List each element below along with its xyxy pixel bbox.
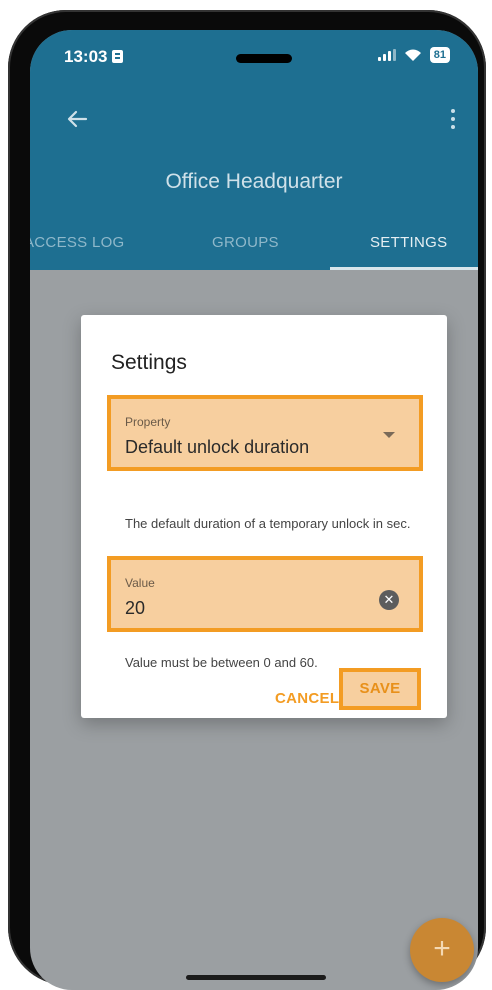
- property-value: Default unlock duration: [125, 437, 310, 457]
- value-label: Value: [125, 576, 155, 590]
- battery-icon: 81: [429, 47, 450, 63]
- app-screen: 13:03 81 Office Headquarter ACCESS LOG G…: [30, 30, 478, 990]
- value-hint: Value must be between 0 and 60.: [125, 655, 318, 670]
- tab-settings[interactable]: SETTINGS: [370, 234, 447, 251]
- property-select[interactable]: Property Default unlock duration: [107, 395, 423, 471]
- tab-access-log[interactable]: ACCESS LOG: [30, 234, 125, 251]
- app-header: 13:03 81 Office Headquarter ACCESS LOG G…: [30, 30, 478, 270]
- value-input[interactable]: Value 20 ✕: [107, 556, 423, 632]
- property-label: Property: [125, 415, 171, 429]
- save-button[interactable]: SAVE: [339, 668, 421, 710]
- status-time: 13:03: [64, 47, 124, 67]
- property-description: The default duration of a temporary unlo…: [125, 516, 411, 531]
- value-text[interactable]: 20: [125, 598, 145, 619]
- tab-bar: ACCESS LOG GROUPS SETTINGS: [30, 226, 478, 270]
- cancel-button[interactable]: CANCEL: [275, 690, 339, 707]
- dialog-title: Settings: [111, 351, 187, 374]
- phone-frame: 13:03 81 Office Headquarter ACCESS LOG G…: [8, 10, 486, 990]
- page-title: Office Headquarter: [165, 170, 343, 193]
- dropdown-arrow-icon[interactable]: [383, 432, 395, 438]
- wifi-icon: [403, 48, 423, 62]
- more-options-icon[interactable]: [448, 106, 458, 132]
- back-arrow-icon[interactable]: [66, 108, 88, 130]
- sim-icon: [112, 50, 124, 63]
- dynamic-island: [236, 54, 292, 63]
- signal-icon: [377, 49, 396, 61]
- status-icons: 81: [377, 47, 450, 63]
- clear-icon[interactable]: ✕: [379, 590, 399, 610]
- add-fab-button[interactable]: +: [410, 918, 474, 982]
- home-indicator: [186, 975, 326, 980]
- tab-groups[interactable]: GROUPS: [212, 234, 279, 251]
- active-tab-indicator: [330, 267, 478, 270]
- battery-level: 81: [433, 49, 446, 61]
- settings-dialog: Settings Property Default unlock duratio…: [81, 315, 447, 718]
- clock: 13:03: [64, 47, 108, 66]
